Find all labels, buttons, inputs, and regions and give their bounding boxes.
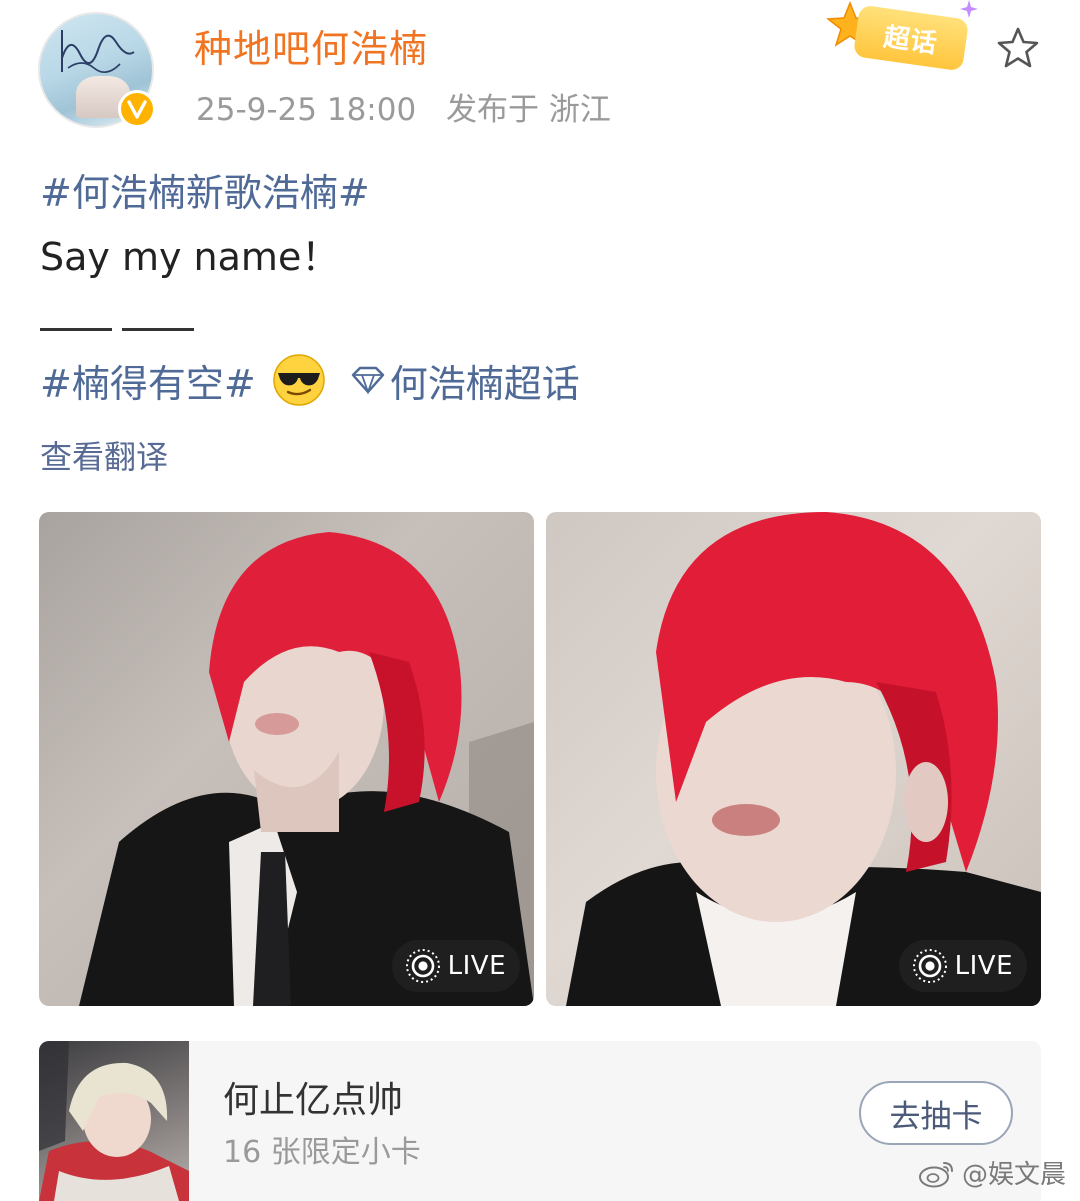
post-meta: 25-9-25 18:00 发布于 浙江 [196, 84, 611, 129]
card-thumbnail [39, 1041, 189, 1201]
hashtag-free-time[interactable]: #楠得有空# [40, 353, 256, 408]
live-photo-badge-2[interactable]: LIVE [898, 940, 1027, 992]
card-subtitle: 16 张限定小卡 [223, 1135, 421, 1170]
card-title: 何止亿点帅 [223, 1080, 404, 1121]
card-draw-banner[interactable]: 何止亿点帅 16 张限定小卡 去抽卡 [39, 1041, 1041, 1201]
supertopic-badge[interactable]: 超话 [826, 0, 986, 76]
photo-portrait-1 [79, 532, 534, 1006]
live-label-2: LIVE [954, 951, 1013, 981]
avatar-handwriting-graphic [61, 30, 135, 73]
dash-left [40, 328, 112, 331]
sunglasses-emoji-icon [272, 354, 325, 406]
hashtag-new-song[interactable]: #何浩楠新歌浩楠# [40, 162, 370, 217]
live-photo-icon [912, 949, 947, 983]
draw-card-button[interactable]: 去抽卡 [859, 1081, 1013, 1145]
photo-portrait-2 [566, 512, 1041, 1006]
translate-link[interactable]: 查看翻译 [40, 432, 168, 478]
post-timestamp: 25-9-25 18:00 [196, 92, 417, 128]
post-location: 发布于 浙江 [446, 92, 611, 128]
post-body-text: Say my name！ [40, 235, 340, 279]
post-photo-1[interactable]: LIVE [39, 512, 534, 1006]
supertopic-link-label: 何浩楠超话 [389, 361, 580, 406]
dash-right [122, 328, 194, 331]
watermark: @娱文晨 [918, 1154, 1066, 1191]
tags-row: #楠得有空# 何浩楠超话 [40, 352, 580, 408]
verified-icon [118, 90, 156, 128]
diamond-icon [351, 366, 384, 395]
author-name[interactable]: 种地吧何浩楠 [194, 18, 428, 73]
live-label-1: LIVE [447, 951, 506, 981]
favorite-star-icon[interactable] [996, 26, 1040, 70]
supertopic-badge-label: 超话 [881, 21, 940, 60]
post-photo-2[interactable]: LIVE [546, 512, 1041, 1006]
live-photo-icon [405, 949, 440, 983]
weibo-logo-icon [918, 1161, 953, 1187]
sparkle-icon [960, 0, 978, 18]
watermark-text: @娱文晨 [961, 1160, 1066, 1190]
live-photo-badge-1[interactable]: LIVE [391, 940, 520, 992]
supertopic-pill: 超话 [852, 4, 970, 72]
card-thumbnail-graphic [39, 1041, 189, 1201]
author-avatar[interactable] [38, 12, 158, 132]
supertopic-link[interactable]: 何浩楠超话 [350, 353, 580, 408]
